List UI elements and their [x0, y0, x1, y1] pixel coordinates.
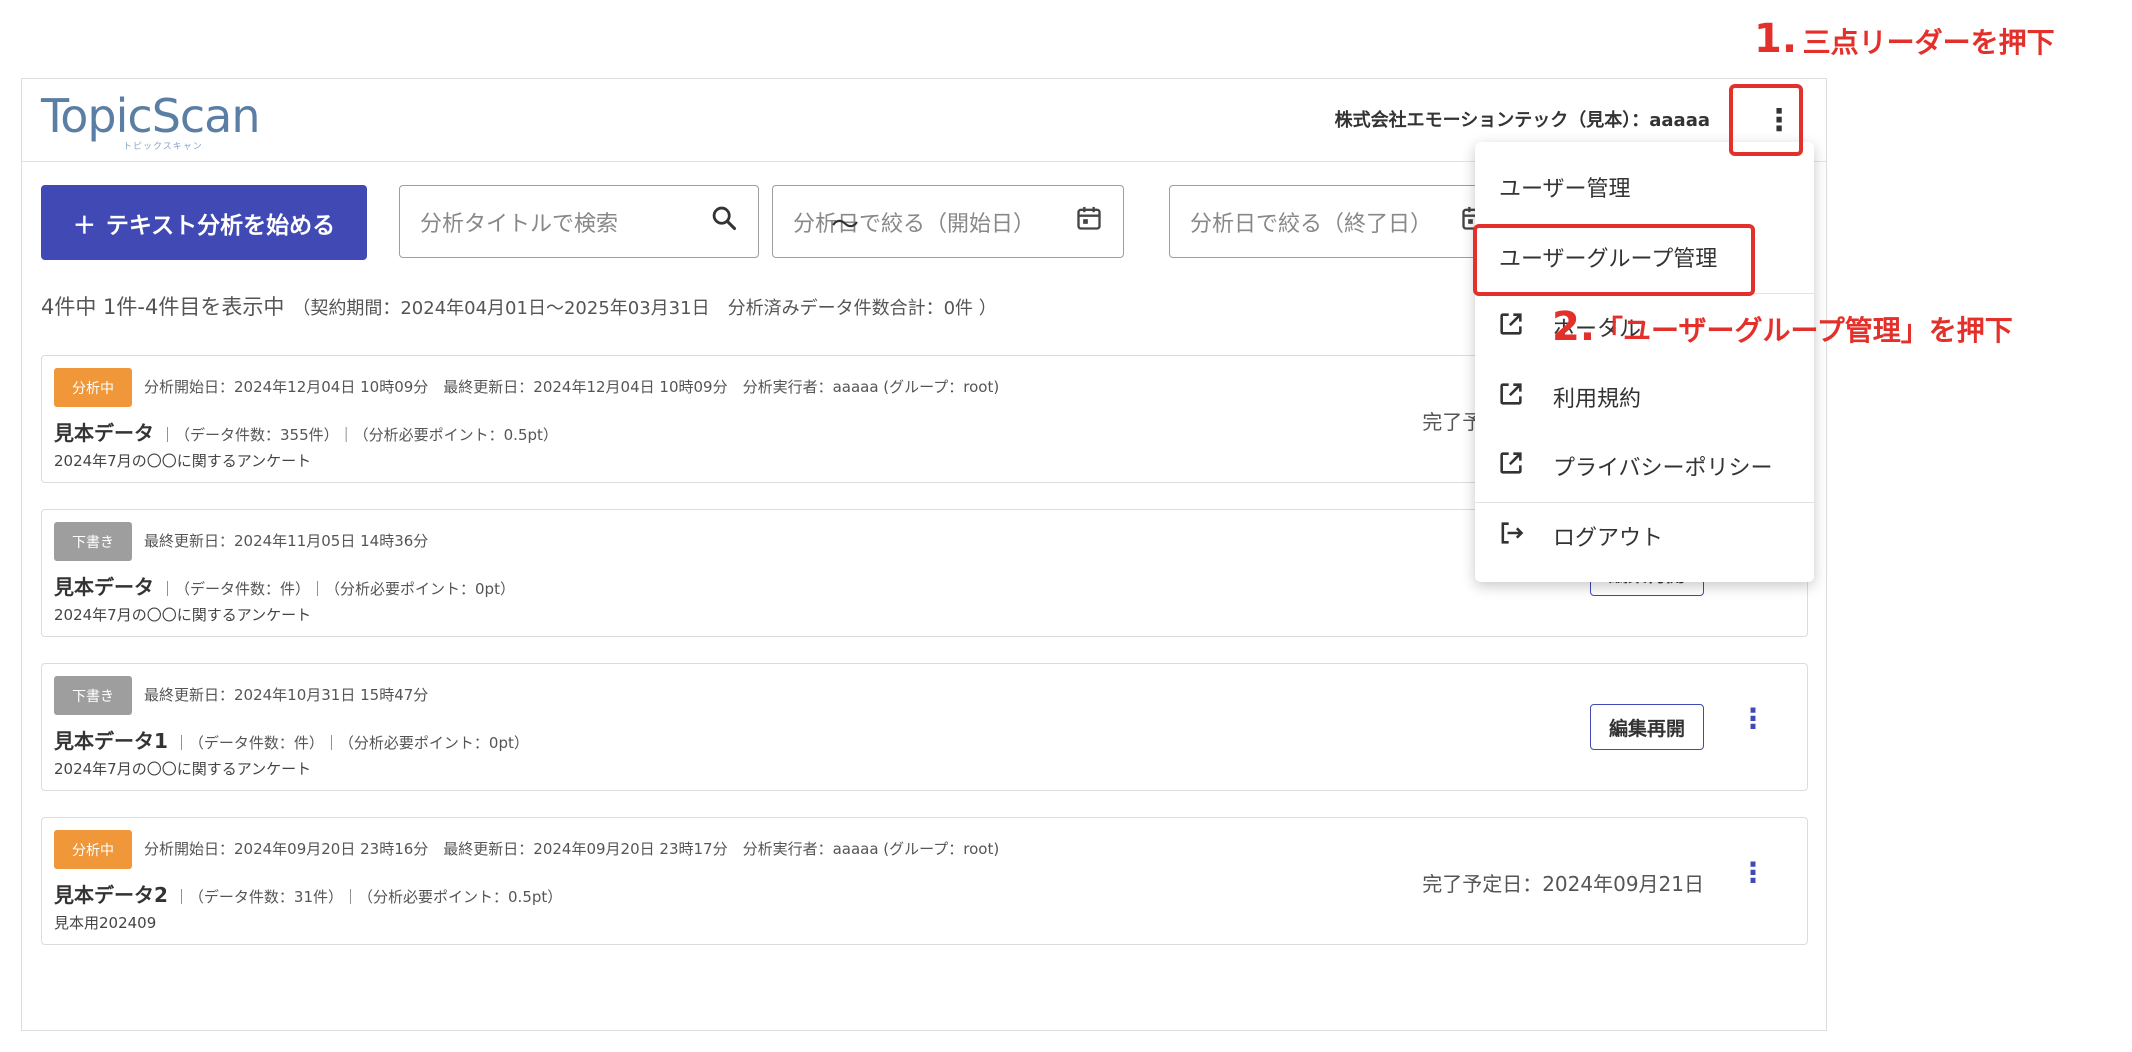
annotation-step-2-text: 「ユーザーグループ管理」を押下	[1595, 314, 2013, 347]
annotation-step-1-number: 1.	[1754, 16, 1798, 62]
card-due-date: 完了予定日：2024年09月21日	[1422, 872, 1704, 896]
more-vert-icon: ⋮	[1739, 856, 1767, 889]
analysis-card[interactable]: 下書き 最終更新日：2024年10月31日 15時47分 見本データ1 ｜（データ…	[41, 663, 1808, 791]
annotation-step-1-text: 三点リーダーを押下	[1802, 26, 2055, 59]
date-start-input[interactable]: 分析日で絞る（開始日）	[772, 185, 1124, 258]
status-badge: 下書き	[54, 522, 132, 561]
card-meta: 最終更新日：2024年11月05日 14時36分	[144, 532, 429, 550]
annotation-step-1: 1. 三点リーダーを押下	[1754, 16, 2055, 62]
card-more-button[interactable]: ⋮	[1739, 856, 1767, 889]
card-title: 見本データ2	[54, 883, 168, 907]
search-icon[interactable]	[710, 204, 738, 239]
external-link-icon	[1497, 449, 1535, 484]
start-text-analysis-label: テキスト分析を始める	[105, 212, 336, 239]
menu-item-label: ログアウト	[1553, 526, 1664, 551]
external-link-icon	[1497, 380, 1535, 415]
search-input[interactable]: 分析タイトルで検索	[399, 185, 759, 258]
card-title-line: 見本データ2 ｜（データ件数：31件）｜（分析必要ポイント：0.5pt）	[54, 879, 562, 908]
contract-info: （契約期間：2024年04月01日〜2025年03月31日 分析済みデータ件数合…	[292, 298, 997, 319]
card-more-button[interactable]: ⋮	[1739, 702, 1767, 735]
logout-icon	[1497, 519, 1535, 554]
highlight-user-group-item	[1473, 224, 1755, 296]
analysis-card[interactable]: 分析中 分析開始日：2024年09月20日 23時16分 最終更新日：2024年…	[41, 817, 1808, 945]
menu-item-logout[interactable]: ログアウト	[1475, 503, 1814, 569]
menu-item-terms[interactable]: 利用規約	[1475, 364, 1814, 430]
plus-icon: ＋	[72, 212, 96, 239]
card-meta: 最終更新日：2024年10月31日 15時47分	[144, 686, 429, 704]
card-detail: ｜（データ件数：31件）｜（分析必要ポイント：0.5pt）	[173, 888, 563, 906]
menu-item-privacy[interactable]: プライバシーポリシー	[1475, 433, 1814, 499]
more-menu: ユーザー管理 ユーザーグループ管理 ポータル 利用規約 プライバシーポリシー ロ…	[1475, 142, 1814, 582]
card-description: 2024年7月の〇〇に関するアンケート	[54, 606, 312, 624]
date-end-placeholder: 分析日で絞る（終了日）	[1190, 211, 1433, 237]
card-meta: 分析開始日：2024年09月20日 23時16分 最終更新日：2024年09月2…	[144, 840, 1000, 858]
company-user-label: 株式会社エモーションテック（見本）：aaaaa	[1334, 110, 1710, 131]
logo-text: TopicScan	[41, 89, 261, 143]
resume-edit-button[interactable]: 編集再開	[1590, 704, 1704, 750]
card-detail: ｜（データ件数：件）｜（分析必要ポイント：0pt）	[160, 580, 515, 598]
card-title-line: 見本データ1 ｜（データ件数：件）｜（分析必要ポイント：0pt）	[54, 725, 529, 754]
date-end-input[interactable]: 分析日で絞る（終了日）	[1169, 185, 1509, 258]
card-detail: ｜（データ件数：355件）｜（分析必要ポイント：0.5pt）	[160, 426, 558, 444]
result-count: 4件中 1件-4件目を表示中	[41, 295, 285, 319]
card-title: 見本データ1	[54, 729, 168, 753]
status-badge: 分析中	[54, 830, 132, 869]
highlight-more-button	[1729, 84, 1803, 156]
annotation-step-2: 2.「ユーザーグループ管理」を押下	[1552, 304, 2013, 350]
menu-item-label: 利用規約	[1553, 387, 1642, 412]
start-text-analysis-button[interactable]: ＋ テキスト分析を始める	[41, 185, 367, 260]
card-description: 2024年7月の〇〇に関するアンケート	[54, 760, 312, 778]
status-badge: 下書き	[54, 676, 132, 715]
logo-subtitle: トピックスキャン	[123, 142, 203, 152]
result-summary: 4件中 1件-4件目を表示中 （契約期間：2024年04月01日〜2025年03月…	[41, 291, 997, 321]
more-vert-icon: ⋮	[1739, 702, 1767, 735]
card-meta: 分析開始日：2024年12月04日 10時09分 最終更新日：2024年12月0…	[144, 378, 1000, 396]
date-range-separator: 〜	[831, 208, 860, 241]
card-title-line: 見本データ ｜（データ件数：件）｜（分析必要ポイント：0pt）	[54, 571, 515, 600]
card-description: 2024年7月の〇〇に関するアンケート	[54, 452, 312, 470]
logo: TopicScan トピックスキャン	[41, 89, 261, 152]
card-detail: ｜（データ件数：件）｜（分析必要ポイント：0pt）	[173, 734, 529, 752]
calendar-icon[interactable]	[1075, 204, 1103, 239]
annotation-step-2-number: 2.	[1552, 304, 1596, 350]
external-link-icon	[1497, 310, 1535, 345]
card-description: 見本用202409	[54, 914, 157, 932]
search-placeholder: 分析タイトルで検索	[420, 211, 619, 237]
card-title-line: 見本データ ｜（データ件数：355件）｜（分析必要ポイント：0.5pt）	[54, 417, 558, 446]
menu-item-label: プライバシーポリシー	[1553, 456, 1773, 481]
status-badge: 分析中	[54, 368, 132, 407]
card-title: 見本データ	[54, 421, 154, 445]
menu-item-user-management[interactable]: ユーザー管理	[1475, 154, 1814, 220]
menu-item-label: ユーザー管理	[1499, 177, 1631, 202]
card-title: 見本データ	[54, 575, 154, 599]
